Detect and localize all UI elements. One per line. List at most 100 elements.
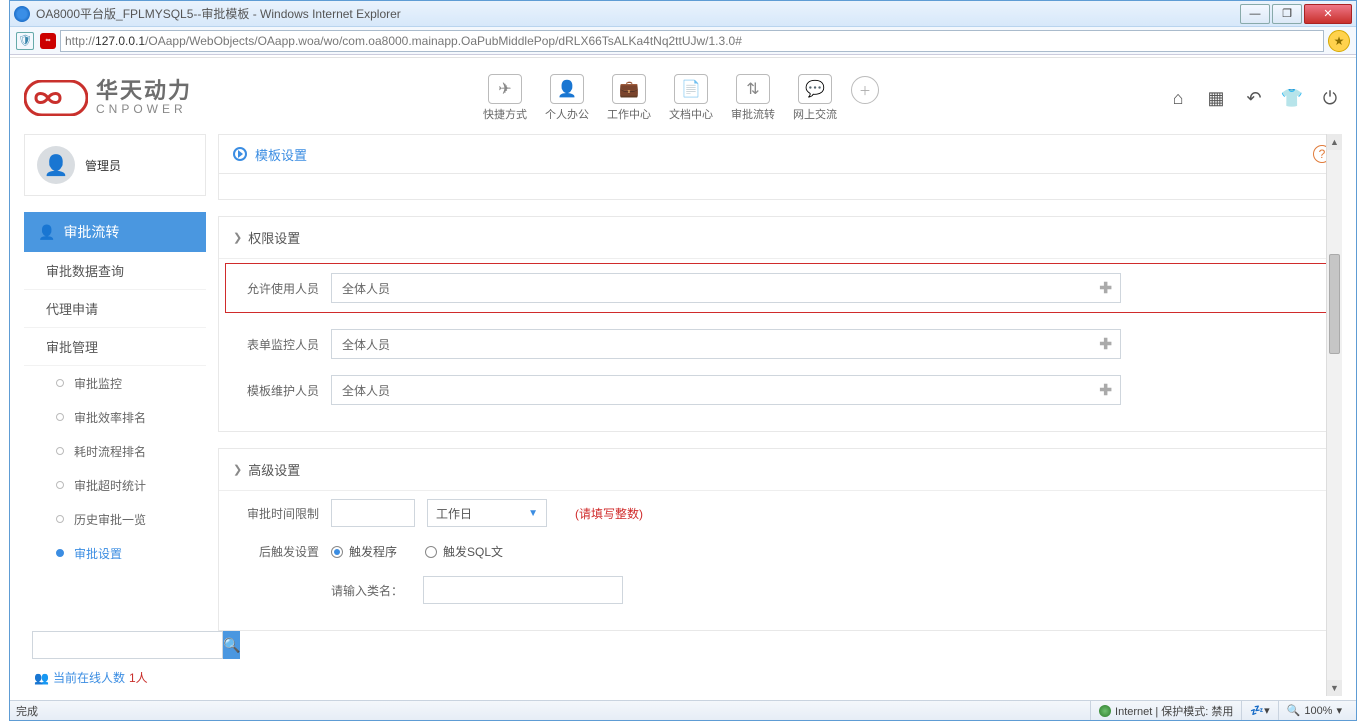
- radio-trigger-sql[interactable]: 触发SQL文: [425, 543, 503, 560]
- nav-doc[interactable]: 📄文档中心: [665, 74, 717, 122]
- add-icon[interactable]: ✚: [1099, 335, 1112, 353]
- maintain-user-picker[interactable]: 全体人员 ✚: [331, 375, 1121, 405]
- nav-add-button[interactable]: ＋: [851, 76, 879, 104]
- advanced-section: ❯ 高级设置 审批时间限制 工作日 ▼ (请填写整数) 后触发设置: [218, 448, 1342, 631]
- sidebar-sub-settings[interactable]: 审批设置: [24, 536, 206, 570]
- chevron-right-icon: ❯: [233, 231, 242, 244]
- zoom-value: 100%: [1304, 705, 1332, 717]
- window-buttons: — ❐ ✕: [1238, 4, 1352, 24]
- sidebar-item-proxy-apply[interactable]: 代理申请: [24, 290, 206, 328]
- nav-shortcut[interactable]: ✈快捷方式: [479, 74, 531, 122]
- page: 华天动力 CNPOWER ✈快捷方式 👤个人办公 💼工作中心 📄文档中心 ⇅审批…: [10, 57, 1356, 700]
- allow-user-label: 允许使用人员: [233, 280, 319, 297]
- scrollbar[interactable]: ▲ ▼: [1326, 134, 1342, 696]
- sidebar-search: 🔍: [24, 623, 206, 663]
- status-protected-off-icon[interactable]: 💤▾: [1241, 701, 1277, 720]
- add-icon[interactable]: ✚: [1099, 381, 1112, 399]
- allow-user-value: 全体人员: [342, 280, 390, 297]
- nav-chat[interactable]: 💬网上交流: [789, 74, 841, 122]
- scroll-up-icon[interactable]: ▲: [1327, 134, 1342, 150]
- online-number: 1人: [129, 669, 148, 686]
- permission-section: ❯ 权限设置 允许使用人员 全体人员 ✚ 表单监控人员 全体人员: [218, 216, 1342, 432]
- security-shield-icon[interactable]: 🛡: [16, 32, 34, 50]
- favorites-icon[interactable]: ★: [1328, 30, 1350, 52]
- main: 模板设置 ? ❯ 权限设置 允许使用人员 全体人员 ✚: [218, 134, 1342, 696]
- top-right-icons: ⌂ ▦ ↶ 👕 ⏻: [1166, 86, 1342, 110]
- panel-toolbar: [218, 174, 1342, 200]
- allow-user-picker[interactable]: 全体人员 ✚: [331, 273, 1121, 303]
- maintain-user-value: 全体人员: [342, 382, 390, 399]
- brand-logo: 华天动力 CNPOWER: [24, 80, 192, 116]
- time-limit-label: 审批时间限制: [233, 505, 319, 522]
- sidebar-sub-history[interactable]: 历史审批一览: [24, 502, 206, 536]
- monitor-user-row: 表单监控人员 全体人员 ✚: [219, 321, 1341, 367]
- maximize-button[interactable]: ❐: [1272, 4, 1302, 24]
- nav-label: 网上交流: [793, 109, 837, 121]
- online-label: 当前在线人数: [53, 669, 125, 686]
- status-mode: Internet | 保护模式: 禁用: [1090, 701, 1241, 720]
- sidebar-sub-eff-rank[interactable]: 审批效率排名: [24, 400, 206, 434]
- online-count[interactable]: 👥 当前在线人数 1人: [24, 663, 206, 696]
- sidebar-item-approve-manage[interactable]: 审批管理: [24, 328, 206, 366]
- url-prefix: http://: [65, 34, 95, 48]
- nav-personal[interactable]: 👤个人办公: [541, 74, 593, 122]
- brand-name: 华天动力: [96, 80, 192, 102]
- close-button[interactable]: ✕: [1304, 4, 1352, 24]
- minimize-button[interactable]: —: [1240, 4, 1270, 24]
- sidebar-sub-timeout-stat[interactable]: 审批超时统计: [24, 468, 206, 502]
- radio-trigger-program[interactable]: 触发程序: [331, 543, 397, 560]
- url-input[interactable]: http://127.0.0.1/OAapp/WebObjects/OAapp.…: [60, 30, 1324, 52]
- class-name-row: 请输入类名：: [219, 568, 1341, 612]
- monitor-user-label: 表单监控人员: [233, 336, 319, 353]
- home-icon[interactable]: ⌂: [1166, 86, 1190, 110]
- nav-label: 审批流转: [731, 109, 775, 121]
- address-bar: 🛡 ∞ http://127.0.0.1/OAapp/WebObjects/OA…: [10, 27, 1356, 55]
- class-name-input[interactable]: [423, 576, 623, 604]
- apps-icon[interactable]: ▦: [1204, 86, 1228, 110]
- power-icon[interactable]: ⏻: [1318, 86, 1342, 110]
- sidebar-item-data-query[interactable]: 审批数据查询: [24, 252, 206, 290]
- time-unit-select[interactable]: 工作日 ▼: [427, 499, 547, 527]
- allow-user-row: 允许使用人员 全体人员 ✚: [225, 263, 1335, 313]
- shirt-icon[interactable]: 👕: [1280, 86, 1304, 110]
- trigger-row: 后触发设置 触发程序 触发SQL文: [219, 535, 1341, 568]
- status-done: 完成: [16, 703, 38, 719]
- add-icon[interactable]: ✚: [1099, 279, 1112, 297]
- class-name-label: 请输入类名：: [331, 582, 403, 599]
- top-bar: 华天动力 CNPOWER ✈快捷方式 👤个人办公 💼工作中心 📄文档中心 ⇅审批…: [24, 68, 1342, 128]
- body: 👤 管理员 👤 审批流转 审批数据查询 代理申请 审批管理 审批监控 审批效率排…: [24, 134, 1342, 696]
- section-title-text: 权限设置: [248, 228, 300, 247]
- sidebar-head-label: 审批流转: [63, 222, 119, 242]
- search-input[interactable]: [32, 631, 223, 659]
- sidebar: 👤 管理员 👤 审批流转 审批数据查询 代理申请 审批管理 审批监控 审批效率排…: [24, 134, 206, 696]
- globe-icon: [1099, 705, 1111, 717]
- chevron-right-icon: ❯: [233, 463, 242, 476]
- status-mode-text: Internet | 保护模式: 禁用: [1115, 703, 1233, 719]
- user-name: 管理员: [85, 157, 121, 174]
- advanced-section-title[interactable]: ❯ 高级设置: [219, 449, 1341, 491]
- time-unit-value: 工作日: [436, 505, 472, 522]
- reply-icon[interactable]: ↶: [1242, 86, 1266, 110]
- chevron-down-icon: ▼: [528, 508, 538, 519]
- scroll-thumb[interactable]: [1329, 254, 1340, 354]
- play-bullet-icon: [233, 147, 247, 161]
- brand-sub: CNPOWER: [96, 102, 192, 116]
- permission-section-title[interactable]: ❯ 权限设置: [219, 217, 1341, 259]
- person-icon: 👤: [550, 74, 584, 104]
- sidebar-head[interactable]: 👤 审批流转: [24, 212, 206, 252]
- ie-window: OA8000平台版_FPLMYSQL5--审批模板 - Windows Inte…: [9, 0, 1357, 721]
- time-limit-input[interactable]: [331, 499, 415, 527]
- section-title-text: 高级设置: [248, 460, 300, 479]
- window-title: OA8000平台版_FPLMYSQL5--审批模板 - Windows Inte…: [36, 5, 1238, 22]
- briefcase-icon: 💼: [612, 74, 646, 104]
- scroll-down-icon[interactable]: ▼: [1327, 680, 1342, 696]
- sidebar-sub-time-rank[interactable]: 耗时流程排名: [24, 434, 206, 468]
- trigger-label: 后触发设置: [233, 543, 319, 560]
- radio-label: 触发SQL文: [443, 543, 503, 560]
- titlebar: OA8000平台版_FPLMYSQL5--审批模板 - Windows Inte…: [10, 1, 1356, 27]
- monitor-user-picker[interactable]: 全体人员 ✚: [331, 329, 1121, 359]
- nav-approval[interactable]: ⇅审批流转: [727, 74, 779, 122]
- zoom-control[interactable]: 🔍 100% ▾: [1278, 701, 1350, 720]
- nav-work[interactable]: 💼工作中心: [603, 74, 655, 122]
- sidebar-sub-monitor[interactable]: 审批监控: [24, 366, 206, 400]
